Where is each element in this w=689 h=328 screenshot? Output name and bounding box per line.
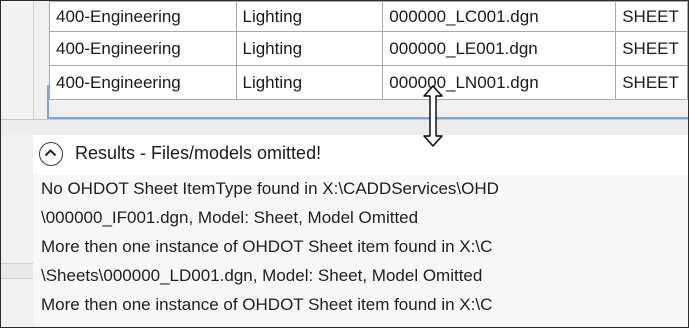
left-gutter	[1, 135, 34, 327]
results-header: Results - Files/models omitted!	[33, 135, 688, 175]
list-item: \Sheets\000000_LD001.dgn, Model: Sheet, …	[41, 266, 483, 285]
chevron-up-circle-icon[interactable]	[39, 142, 63, 166]
results-panel: Results - Files/models omitted! No OHDOT…	[33, 135, 688, 327]
table-cell-filename[interactable]: 000000_LE001.dgn	[382, 31, 617, 66]
table-cell-filename[interactable]: 000000_LN001.dgn	[382, 65, 617, 100]
table-cell-type[interactable]: SHEET	[615, 31, 688, 66]
gutter-notch	[1, 263, 33, 279]
results-message-list[interactable]: No OHDOT Sheet ItemType found in X:\CADD…	[33, 175, 688, 327]
table-cell-filename[interactable]: 000000_LC001.dgn	[382, 1, 617, 32]
table-cell-discipline[interactable]: 400-Engineering	[49, 31, 237, 66]
table-cell-type[interactable]: SHEET	[615, 65, 688, 100]
list-item: \000000_IF001.dgn, Model: Sheet, Model O…	[41, 208, 419, 227]
files-table-pane: 400-Engineering Lighting 000000_LC001.dg…	[1, 1, 688, 119]
table-cell-category[interactable]: Lighting	[235, 31, 384, 66]
table-cell-type[interactable]: SHEET	[615, 1, 688, 32]
files-table: 400-Engineering Lighting 000000_LC001.dg…	[49, 1, 688, 100]
vertical-resize-cursor-icon	[423, 85, 443, 147]
table-cell-category[interactable]: Lighting	[235, 1, 384, 32]
table-row[interactable]: 400-Engineering Lighting 000000_LE001.dg…	[49, 31, 688, 66]
table-cell-discipline[interactable]: 400-Engineering	[49, 65, 237, 100]
table-cell-category[interactable]: Lighting	[235, 65, 384, 100]
pane-splitter[interactable]	[1, 119, 688, 136]
list-item: No OHDOT Sheet ItemType found in X:\CADD…	[41, 179, 499, 198]
list-item: More then one instance of OHDOT Sheet it…	[41, 295, 493, 314]
table-left-gutter	[1, 1, 34, 119]
table-row[interactable]: 400-Engineering Lighting 000000_LN001.dg…	[49, 65, 688, 100]
selection-edge	[47, 85, 49, 119]
table-row[interactable]: 400-Engineering Lighting 000000_LC001.dg…	[49, 1, 688, 32]
results-title: Results - Files/models omitted!	[75, 143, 322, 163]
table-cell-discipline[interactable]: 400-Engineering	[49, 1, 237, 32]
window-frame: 400-Engineering Lighting 000000_LC001.dg…	[0, 0, 689, 328]
list-item: More then one instance of OHDOT Sheet it…	[41, 237, 493, 256]
